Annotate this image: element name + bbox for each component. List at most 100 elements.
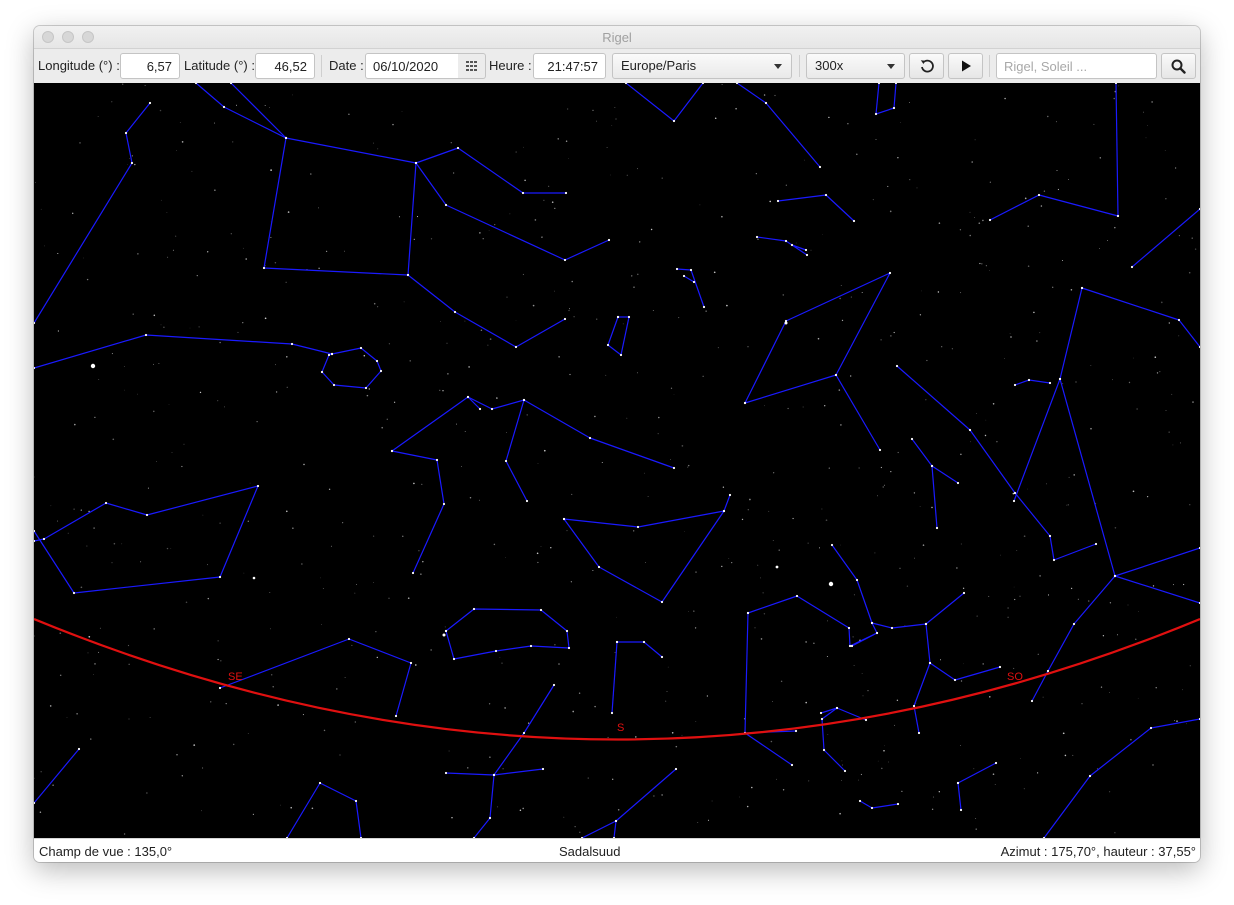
star (671, 732, 674, 734)
constellation-star (1116, 214, 1120, 218)
star (735, 107, 737, 110)
star (207, 597, 210, 600)
constellation-star (490, 407, 494, 411)
time-input[interactable] (533, 53, 606, 79)
star (540, 545, 542, 547)
date-input[interactable] (365, 53, 459, 79)
constellation-line (835, 374, 881, 451)
search-button[interactable] (1161, 53, 1196, 79)
constellation-line (1114, 575, 1200, 604)
star (464, 430, 466, 432)
star (1194, 248, 1197, 250)
star (693, 610, 695, 612)
star (611, 124, 613, 126)
constellation-star (614, 819, 618, 823)
star (86, 278, 89, 281)
star (960, 745, 961, 746)
constellation-line (230, 83, 287, 139)
star (838, 389, 841, 391)
star (722, 486, 725, 488)
constellation-star (606, 343, 610, 347)
constellation-line (744, 612, 793, 766)
star (657, 432, 659, 435)
star (44, 245, 45, 247)
star (223, 406, 226, 408)
constellation-star (675, 267, 679, 271)
star (896, 699, 899, 701)
timezone-select[interactable]: Europe/Paris (612, 53, 792, 79)
star (430, 238, 433, 240)
constellation-star (529, 644, 533, 648)
star (554, 207, 556, 210)
star (1114, 527, 1117, 529)
constellation-star (843, 769, 847, 773)
reset-time-button[interactable] (909, 53, 944, 79)
star (34, 181, 37, 184)
calendar-button[interactable] (458, 53, 486, 79)
constellation-star (877, 83, 881, 85)
star (807, 542, 809, 544)
star (1073, 474, 1075, 476)
star (1168, 322, 1170, 324)
play-button[interactable] (948, 53, 983, 79)
star (850, 296, 852, 298)
constellation-star (1012, 499, 1016, 503)
star (847, 123, 849, 125)
longitude-label: Longitude (°) : (38, 58, 120, 73)
star (336, 688, 338, 690)
star (59, 632, 62, 635)
star (1112, 379, 1114, 381)
star (372, 535, 375, 537)
search-input[interactable] (996, 53, 1157, 79)
constellation-star (917, 731, 921, 735)
constellation-star (689, 268, 693, 272)
constellation-star (615, 640, 619, 644)
constellation-star (347, 637, 351, 641)
star (158, 362, 160, 364)
star (464, 320, 466, 322)
star (403, 301, 405, 303)
star (1128, 381, 1131, 384)
speed-select[interactable]: 300x (806, 53, 905, 79)
constellation-line (957, 782, 962, 811)
star (87, 652, 89, 654)
star (751, 786, 753, 789)
star (57, 330, 60, 332)
star (1135, 638, 1137, 640)
constellation-star (453, 310, 457, 314)
constellation-star (1088, 774, 1092, 778)
constellation-star (912, 704, 916, 708)
star (867, 690, 869, 692)
star (493, 543, 496, 546)
star (275, 391, 278, 393)
constellation-star (525, 499, 529, 503)
star (252, 813, 255, 816)
longitude-input[interactable] (120, 53, 180, 79)
star (245, 258, 247, 260)
constellation-star (411, 571, 415, 575)
star (1077, 598, 1079, 600)
constellation-star (743, 401, 747, 405)
sky-map[interactable]: SE S SO (34, 83, 1200, 838)
star (318, 267, 320, 269)
star (198, 326, 200, 328)
star (322, 588, 324, 589)
latitude-input[interactable] (255, 53, 315, 79)
star (247, 520, 249, 522)
star (86, 545, 88, 547)
star (56, 520, 59, 522)
star (351, 644, 353, 646)
star (572, 710, 575, 713)
constellation-star (959, 808, 963, 812)
star (386, 418, 388, 420)
star (901, 790, 903, 793)
star (1145, 137, 1147, 139)
constellation-star (660, 655, 664, 659)
sky-canvas[interactable]: SE S SO (34, 83, 1200, 838)
constellation-star (452, 657, 456, 661)
star (128, 718, 130, 720)
star (243, 572, 245, 574)
constellation-star (222, 105, 226, 109)
constellation-star (597, 565, 601, 569)
constellation-star (619, 353, 623, 357)
